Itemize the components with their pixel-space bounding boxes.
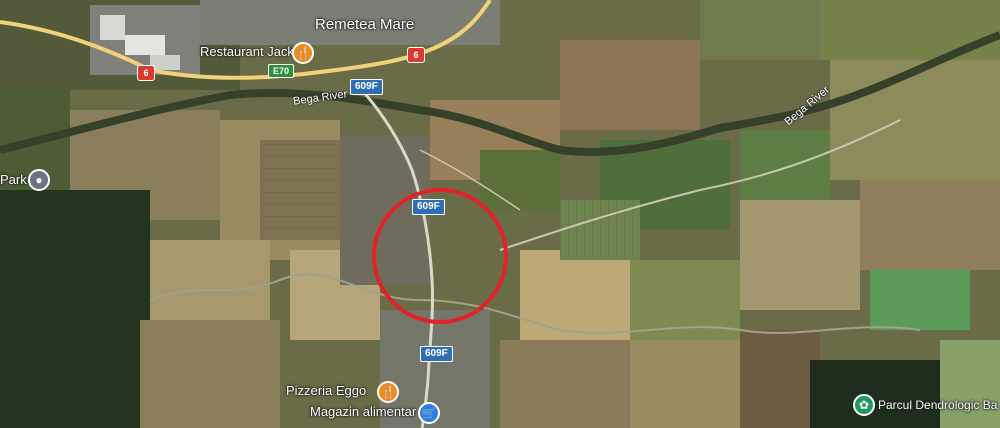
shopping-cart-icon[interactable]: 🛒: [418, 402, 440, 424]
town-label-remetea-mare: Remetea Mare: [315, 16, 415, 33]
euro-route-shield: E70: [268, 64, 295, 78]
satellite-map[interactable]: Remetea Mare Restaurant Jack 🍴 6 6 E70 6…: [0, 0, 1000, 428]
county-road-609f-shield: 609F: [350, 79, 383, 95]
fork-knife-icon[interactable]: 🍴: [377, 381, 399, 403]
poi-label-pizzeria-eggo[interactable]: Pizzeria Eggo: [286, 383, 366, 398]
county-road-609f-shield: 609F: [412, 199, 445, 215]
tree-icon[interactable]: ✿: [853, 394, 875, 416]
county-road-609f-shield: 609F: [420, 346, 453, 362]
poi-label-park[interactable]: Park: [0, 172, 27, 187]
route-6-shield: 6: [137, 65, 155, 81]
poi-label-restaurant-jack[interactable]: Restaurant Jack: [200, 44, 294, 59]
poi-label-magazin-alimentar[interactable]: Magazin alimentar: [310, 404, 416, 419]
poi-label-parcul-dendrologic[interactable]: Parcul Dendrologic Ba: [878, 398, 997, 412]
route-6-shield: 6: [407, 47, 425, 63]
fork-knife-icon[interactable]: 🍴: [292, 42, 314, 64]
place-pin-icon[interactable]: ●: [28, 169, 50, 191]
